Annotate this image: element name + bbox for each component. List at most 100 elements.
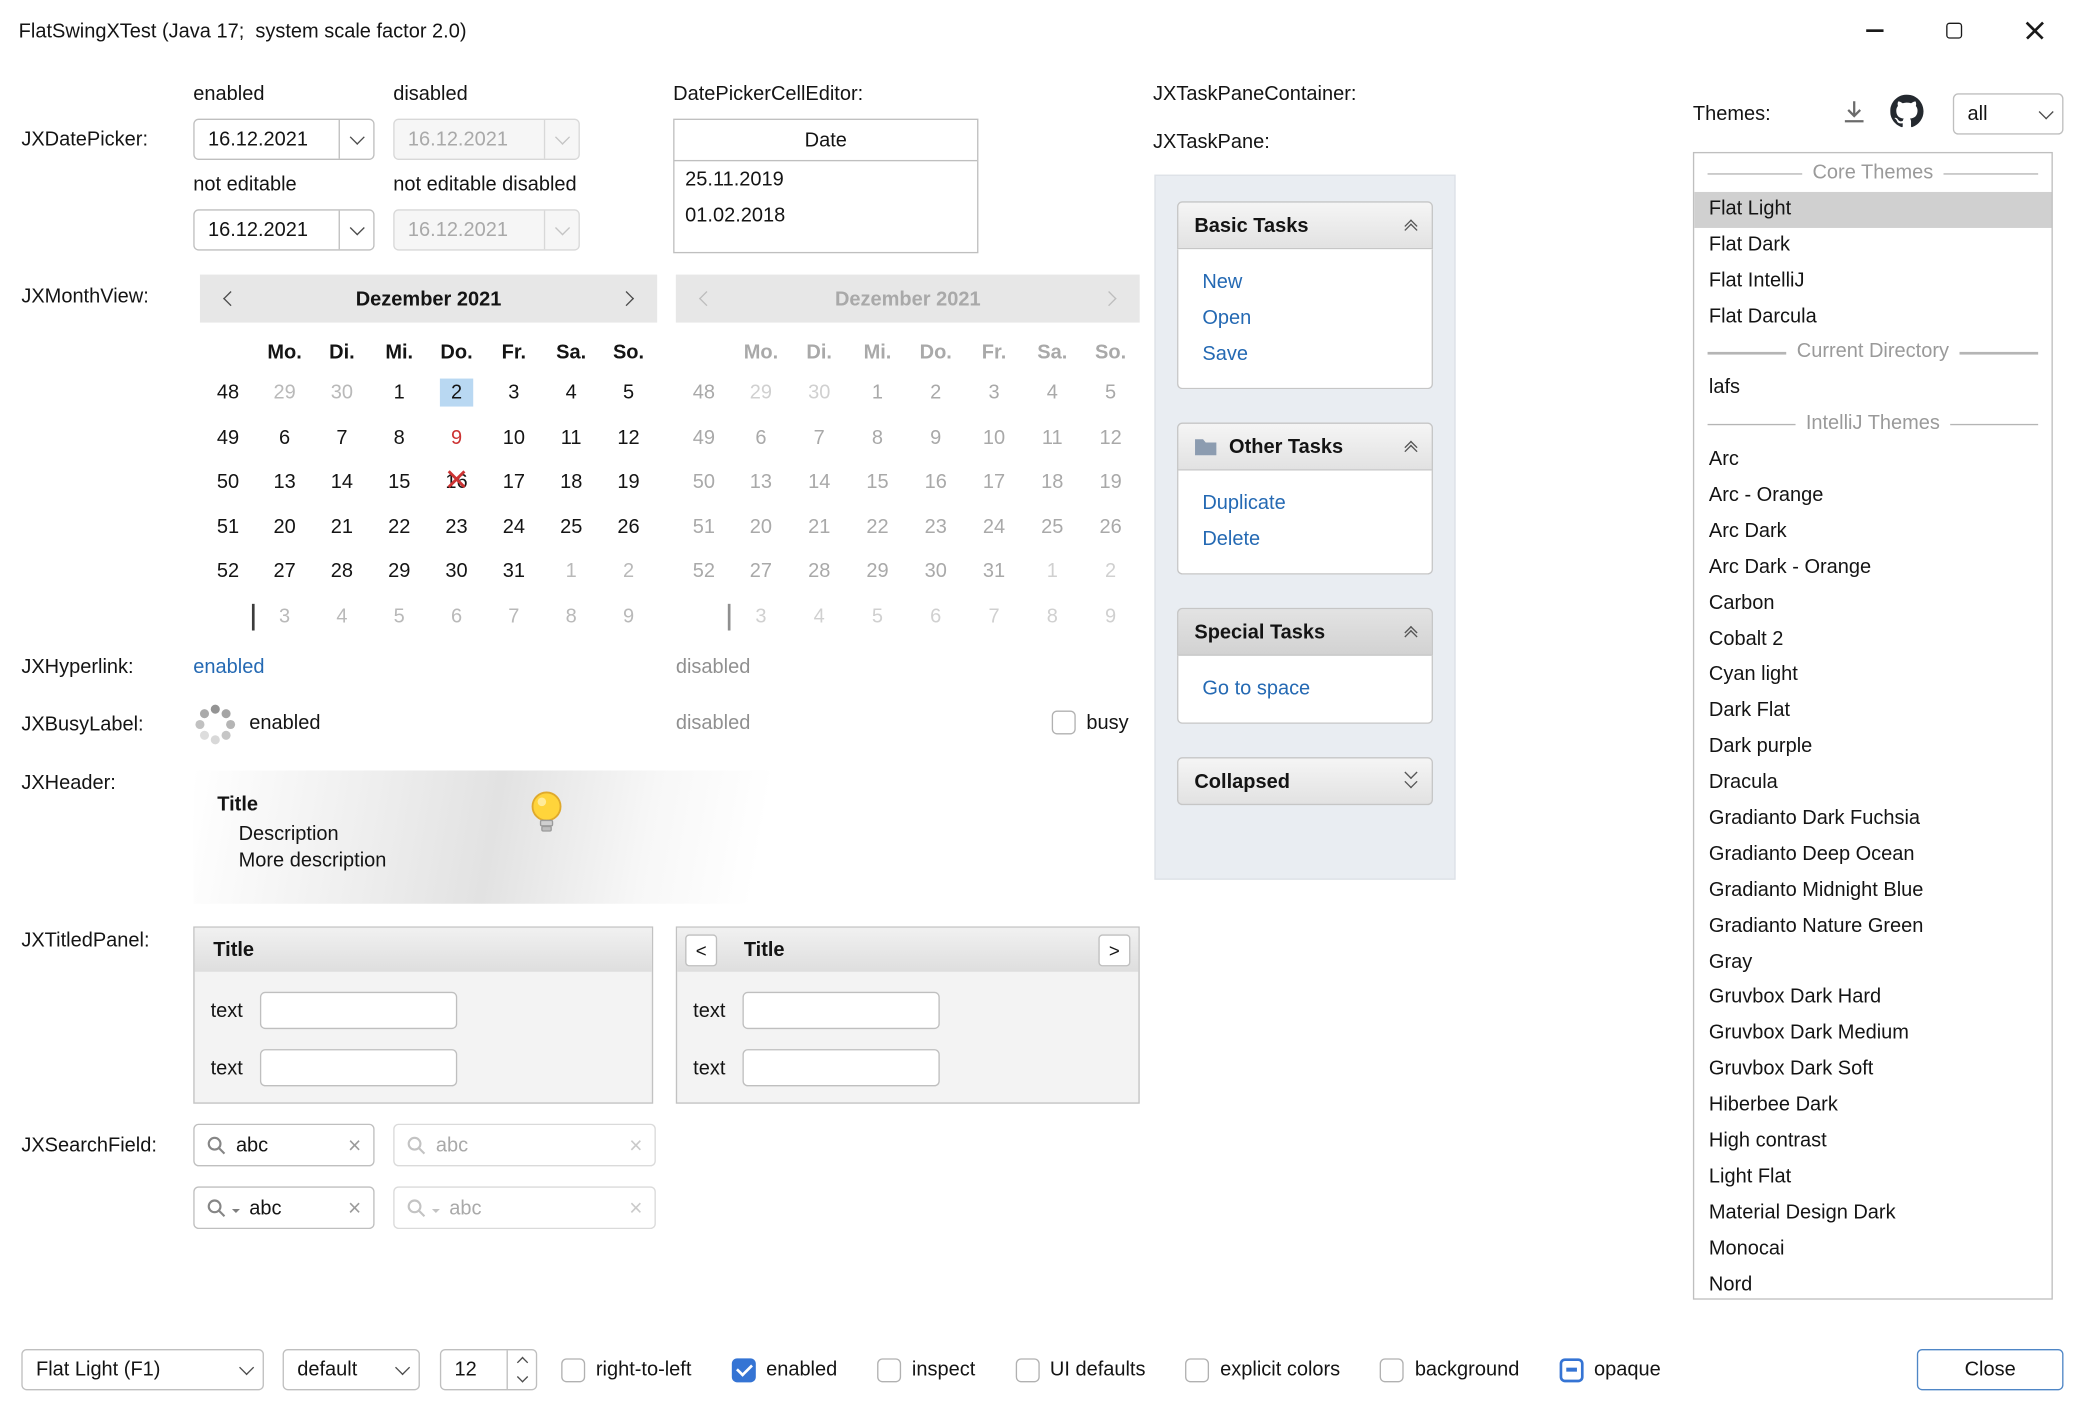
github-button[interactable] bbox=[1888, 92, 1925, 129]
checkbox-box[interactable] bbox=[1052, 710, 1076, 734]
calendar-day-cell[interactable]: 52 bbox=[200, 549, 256, 594]
combobox-arrow[interactable] bbox=[2030, 111, 2062, 116]
theme-list-item[interactable]: Monocai bbox=[1694, 1231, 2051, 1267]
calendar-day-cell[interactable]: 16 bbox=[428, 460, 485, 505]
calendar-day-cell[interactable]: 4 bbox=[313, 594, 370, 639]
minimize-button[interactable] bbox=[1834, 0, 1914, 61]
calendar-day-cell[interactable]: 14 bbox=[313, 460, 370, 505]
theme-list-item[interactable]: Gruvbox Dark Hard bbox=[1694, 980, 2051, 1016]
download-themes-button[interactable] bbox=[1837, 95, 1872, 130]
titledpanel-left-button[interactable]: < bbox=[685, 934, 717, 966]
busy-checkbox[interactable]: busy bbox=[1052, 710, 1129, 734]
option-checkbox[interactable]: UI defaults bbox=[1015, 1358, 1145, 1382]
combobox-arrow[interactable] bbox=[231, 1367, 263, 1372]
combobox-arrow[interactable] bbox=[387, 1367, 419, 1372]
font-combobox[interactable]: default bbox=[283, 1349, 420, 1390]
datepicker-enabled[interactable]: 16.12.2021 bbox=[193, 119, 374, 160]
calendar-day-cell[interactable]: 10 bbox=[485, 415, 542, 460]
theme-list-item[interactable]: Cobalt 2 bbox=[1694, 622, 2051, 658]
table-row[interactable]: 25.11.2019 bbox=[674, 161, 977, 197]
checkbox-box[interactable] bbox=[1185, 1358, 1209, 1382]
clear-icon[interactable]: × bbox=[348, 1196, 361, 1219]
option-checkbox[interactable]: right-to-left bbox=[561, 1358, 691, 1382]
taskpane-action-link[interactable]: Go to space bbox=[1202, 670, 1431, 706]
option-checkbox[interactable]: background bbox=[1380, 1358, 1519, 1382]
calendar-day-cell[interactable]: 21 bbox=[313, 505, 370, 550]
taskpane-action-link[interactable]: Duplicate bbox=[1202, 485, 1431, 521]
option-checkbox[interactable]: opaque bbox=[1559, 1358, 1660, 1382]
table-column-header[interactable]: Date bbox=[674, 120, 977, 161]
table-row[interactable]: 01.02.2018 bbox=[674, 197, 977, 233]
option-checkbox[interactable]: enabled bbox=[731, 1358, 837, 1382]
taskpane-header[interactable]: Basic Tasks bbox=[1177, 201, 1433, 249]
calendar-day-cell[interactable]: 23 bbox=[428, 505, 485, 550]
taskpane-header[interactable]: Collapsed bbox=[1177, 757, 1433, 805]
laf-combobox[interactable]: Flat Light (F1) bbox=[21, 1349, 264, 1390]
calendar-day-cell[interactable]: 13 bbox=[256, 460, 313, 505]
calendar-day-cell[interactable]: 8 bbox=[543, 594, 600, 639]
taskpane-action-link[interactable]: Open bbox=[1202, 300, 1431, 336]
checkbox-box[interactable] bbox=[561, 1358, 585, 1382]
datepicker-value[interactable]: 16.12.2021 bbox=[195, 120, 339, 159]
calendar-day-cell[interactable]: 22 bbox=[371, 505, 428, 550]
theme-list-item[interactable]: Flat Dark bbox=[1694, 228, 2051, 264]
theme-list-item[interactable]: Flat Darcula bbox=[1694, 299, 2051, 335]
searchfield-menu-enabled[interactable]: abc × bbox=[193, 1186, 374, 1229]
text-input[interactable] bbox=[260, 1049, 457, 1086]
calendar-day-cell[interactable]: 5 bbox=[600, 371, 657, 416]
searchfield-value[interactable]: abc bbox=[236, 1134, 339, 1157]
theme-list-item[interactable]: Dracula bbox=[1694, 765, 2051, 801]
text-input[interactable] bbox=[743, 1049, 940, 1086]
calendar-day-cell[interactable]: 7 bbox=[313, 415, 370, 460]
theme-list-item[interactable]: Gradianto Deep Ocean bbox=[1694, 837, 2051, 873]
theme-list-item[interactable]: Core Themes bbox=[1694, 156, 2051, 192]
calendar-day-cell[interactable]: 50 bbox=[200, 460, 256, 505]
spinner-value[interactable]: 12 bbox=[441, 1350, 506, 1389]
calendar-day-cell[interactable]: 31 bbox=[485, 549, 542, 594]
calendar-day-cell[interactable]: 15 bbox=[371, 460, 428, 505]
option-checkbox[interactable]: explicit colors bbox=[1185, 1358, 1340, 1382]
taskpane-action-link[interactable]: New bbox=[1202, 264, 1431, 300]
calendar-day-cell[interactable]: 2 bbox=[428, 371, 485, 416]
theme-list-item[interactable]: Cyan light bbox=[1694, 658, 2051, 694]
theme-list-item[interactable]: Dark purple bbox=[1694, 729, 2051, 765]
clear-icon[interactable]: × bbox=[348, 1134, 361, 1157]
theme-list-item[interactable]: Flat Light bbox=[1694, 192, 2051, 228]
calendar-day-cell[interactable]: 9 bbox=[600, 594, 657, 639]
previous-month-button[interactable] bbox=[216, 293, 245, 304]
theme-list-item[interactable]: Nord bbox=[1694, 1267, 2051, 1300]
calendar-day-cell[interactable]: 5 bbox=[371, 594, 428, 639]
calendar-day-cell[interactable]: 30 bbox=[428, 549, 485, 594]
themes-filter-combobox[interactable]: all bbox=[1953, 93, 2064, 134]
calendar-day-cell[interactable]: 8 bbox=[371, 415, 428, 460]
theme-list-item[interactable]: Material Design Dark bbox=[1694, 1195, 2051, 1231]
theme-list-item[interactable]: Gray bbox=[1694, 945, 2051, 981]
text-input[interactable] bbox=[260, 992, 457, 1029]
theme-list-item[interactable]: Arc - Orange bbox=[1694, 479, 2051, 515]
theme-list-item[interactable]: Arc Dark bbox=[1694, 514, 2051, 550]
calendar-day-cell[interactable]: 48 bbox=[200, 371, 256, 416]
calendar-day-cell[interactable]: 27 bbox=[256, 549, 313, 594]
font-size-spinner[interactable]: 12 bbox=[440, 1349, 537, 1390]
search-menu-icon[interactable] bbox=[207, 1198, 227, 1218]
calendar-day-cell[interactable]: 1 bbox=[543, 549, 600, 594]
calendar-day-cell[interactable]: 3 bbox=[485, 371, 542, 416]
calendar-day-cell[interactable]: 9 bbox=[428, 415, 485, 460]
calendar-day-cell[interactable]: 26 bbox=[600, 505, 657, 550]
taskpane-header[interactable]: Other Tasks bbox=[1177, 423, 1433, 471]
checkbox-box[interactable] bbox=[1380, 1358, 1404, 1382]
checkbox-box[interactable] bbox=[1015, 1358, 1039, 1382]
calendar-day-cell[interactable]: 29 bbox=[256, 371, 313, 416]
option-checkbox[interactable]: inspect bbox=[877, 1358, 975, 1382]
checkbox-box[interactable] bbox=[731, 1358, 755, 1382]
calendar-day-cell[interactable]: 19 bbox=[600, 460, 657, 505]
themes-list[interactable]: Core Themes Flat Light Flat Dark Flat In… bbox=[1693, 152, 2053, 1300]
text-input[interactable] bbox=[743, 992, 940, 1029]
calendar-day-cell[interactable]: 6 bbox=[256, 415, 313, 460]
calendar-day-cell[interactable]: 4 bbox=[543, 371, 600, 416]
theme-list-item[interactable]: Current Directory bbox=[1694, 335, 2051, 371]
theme-list-item[interactable]: IntelliJ Themes bbox=[1694, 407, 2051, 443]
checkbox-box[interactable] bbox=[1559, 1358, 1583, 1382]
theme-list-item[interactable]: Dark Flat bbox=[1694, 694, 2051, 730]
datepicker-dropdown-button[interactable] bbox=[339, 211, 374, 250]
